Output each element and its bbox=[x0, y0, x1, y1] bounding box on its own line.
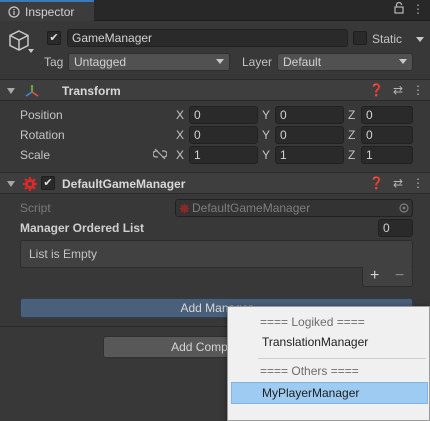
object-picker-icon[interactable] bbox=[399, 203, 409, 213]
rotation-y-field[interactable]: 0 bbox=[275, 126, 344, 144]
axis-z-label[interactable]: Z bbox=[348, 128, 355, 142]
help-icon[interactable]: ❓ bbox=[369, 176, 384, 190]
script-gear-icon bbox=[23, 177, 37, 191]
manager-list-label: Manager Ordered List bbox=[20, 221, 145, 235]
rotation-z-field[interactable]: 0 bbox=[361, 126, 413, 144]
scale-z-field[interactable]: 1 bbox=[361, 146, 413, 164]
link-broken-icon[interactable] bbox=[153, 148, 167, 160]
component-title: DefaultGameManager bbox=[62, 177, 186, 191]
tag-label: Tag bbox=[44, 55, 64, 69]
list-size-field[interactable]: 0 bbox=[378, 219, 413, 237]
scale-x-field[interactable]: 1 bbox=[189, 146, 258, 164]
chevron-down-icon bbox=[399, 59, 407, 64]
component-header[interactable]: ✔ DefaultGameManager ❓ ⇄ ⋮ bbox=[0, 172, 430, 194]
preset-icon[interactable]: ⇄ bbox=[393, 176, 403, 190]
layer-value: Default bbox=[283, 55, 322, 69]
lock-icon[interactable] bbox=[394, 1, 404, 17]
popup-divider bbox=[258, 358, 426, 359]
kebab-menu-icon[interactable]: ⋮ bbox=[412, 2, 424, 17]
transform-axes-icon bbox=[25, 85, 39, 97]
position-z-field[interactable]: 0 bbox=[361, 106, 413, 124]
list-footer: + − bbox=[362, 267, 413, 287]
position-label: Position bbox=[20, 108, 63, 122]
popup-separator-others: ==== Others ==== bbox=[260, 364, 359, 378]
tab-title: Inspector bbox=[25, 4, 75, 19]
preset-icon[interactable]: ⇄ bbox=[393, 83, 403, 97]
icon-dropdown-caret[interactable] bbox=[28, 49, 34, 53]
popup-separator-logiked: ==== Logiked ==== bbox=[260, 315, 365, 329]
layer-dropdown[interactable]: Default bbox=[277, 53, 413, 71]
axis-y-label[interactable]: Y bbox=[262, 148, 270, 162]
foldout-arrow-icon[interactable] bbox=[7, 88, 15, 94]
scale-label: Scale bbox=[20, 148, 51, 162]
active-checkbox[interactable]: ✔ bbox=[47, 31, 61, 45]
transform-title: Transform bbox=[62, 84, 121, 98]
foldout-arrow-icon[interactable] bbox=[7, 181, 15, 187]
tag-value: Untagged bbox=[74, 55, 127, 69]
axis-z-label[interactable]: Z bbox=[348, 148, 355, 162]
static-dropdown-caret[interactable] bbox=[416, 37, 424, 42]
script-value: DefaultGameManager bbox=[192, 201, 311, 215]
add-manager-popup: ==== Logiked ==== TranslationManager ===… bbox=[227, 306, 430, 421]
list-add-button[interactable]: + bbox=[370, 267, 379, 285]
axis-x-label[interactable]: X bbox=[176, 108, 184, 122]
position-x-field[interactable]: 0 bbox=[189, 106, 258, 124]
axis-y-label[interactable]: Y bbox=[262, 108, 270, 122]
info-icon bbox=[8, 5, 20, 18]
layer-label: Layer bbox=[242, 55, 273, 69]
list-remove-button[interactable]: − bbox=[395, 267, 404, 285]
axis-y-label[interactable]: Y bbox=[262, 128, 270, 142]
kebab-menu-icon[interactable]: ⋮ bbox=[412, 83, 424, 97]
axis-x-label[interactable]: X bbox=[176, 148, 184, 162]
rotation-x-field[interactable]: 0 bbox=[189, 126, 258, 144]
list-empty-text: List is Empty bbox=[29, 247, 98, 261]
manager-list: List is Empty bbox=[20, 240, 413, 268]
static-label: Static bbox=[372, 32, 403, 46]
position-y-field[interactable]: 0 bbox=[275, 106, 344, 124]
popup-item-myplayermanager[interactable]: MyPlayerManager bbox=[231, 382, 428, 404]
static-checkbox[interactable] bbox=[353, 31, 367, 45]
tag-dropdown[interactable]: Untagged bbox=[68, 53, 230, 71]
axis-x-label[interactable]: X bbox=[176, 128, 184, 142]
chevron-down-icon bbox=[216, 59, 224, 64]
script-gear-icon bbox=[179, 203, 190, 214]
tab-bar: Inspector ⋮ bbox=[0, 0, 430, 21]
script-field: DefaultGameManager bbox=[175, 199, 413, 217]
help-icon[interactable]: ❓ bbox=[369, 83, 384, 97]
kebab-menu-icon[interactable]: ⋮ bbox=[412, 176, 424, 190]
scale-y-field[interactable]: 1 bbox=[275, 146, 344, 164]
tab-inspector[interactable]: Inspector bbox=[0, 0, 94, 21]
rotation-label: Rotation bbox=[20, 128, 65, 142]
script-label: Script bbox=[20, 201, 51, 215]
component-enabled-checkbox[interactable]: ✔ bbox=[41, 176, 55, 190]
transform-header[interactable]: Transform ❓ ⇄ ⋮ bbox=[0, 79, 430, 101]
popup-item-translationmanager[interactable]: TranslationManager bbox=[231, 331, 428, 353]
gameobject-name-field[interactable]: GameManager bbox=[67, 29, 348, 47]
axis-z-label[interactable]: Z bbox=[348, 108, 355, 122]
